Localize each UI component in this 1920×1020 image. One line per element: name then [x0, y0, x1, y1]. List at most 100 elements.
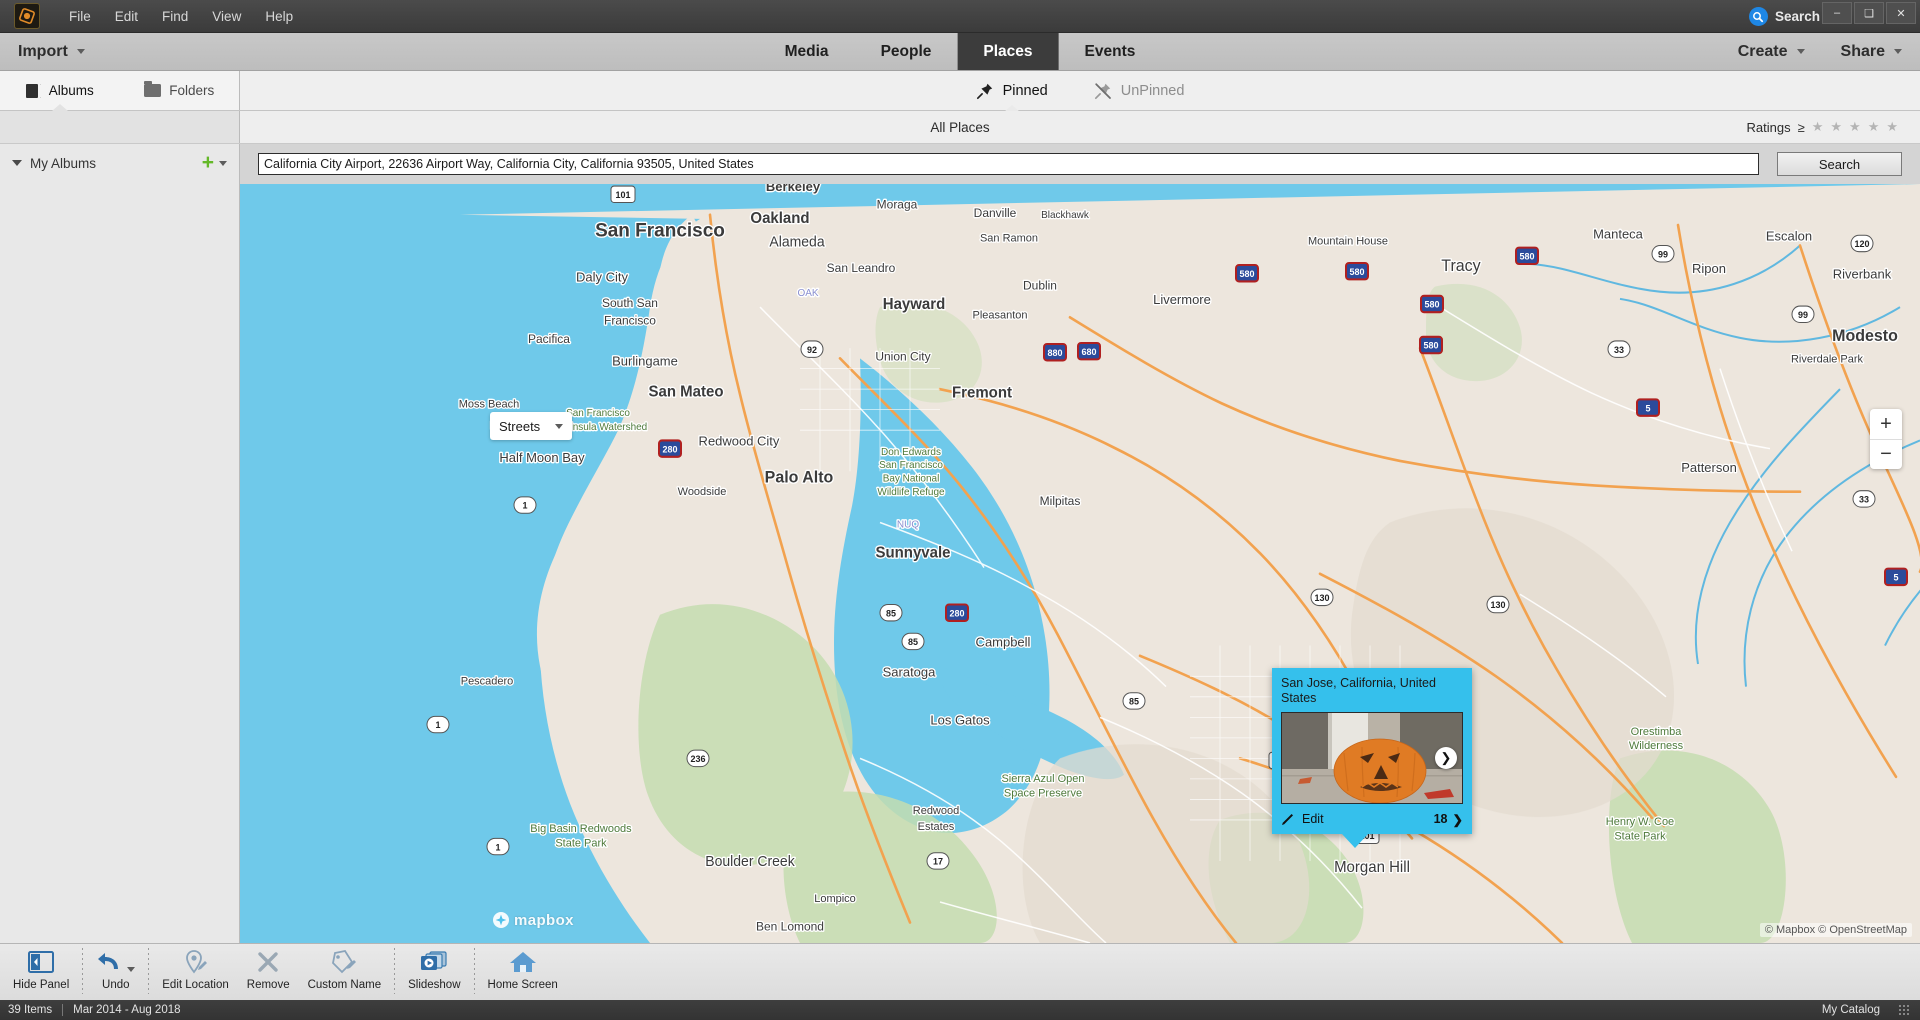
svg-text:85: 85	[886, 608, 896, 618]
map-label: Estates	[918, 821, 955, 833]
rating-star-1[interactable]: ★	[1812, 119, 1824, 135]
place-callout[interactable]: San Jose, California, United States	[1272, 668, 1472, 834]
rating-star-2[interactable]: ★	[1830, 119, 1842, 135]
chevron-right-icon[interactable]: ❯	[1453, 812, 1463, 827]
address-search-input[interactable]	[258, 153, 1759, 175]
map-route-shield: 85	[1123, 693, 1145, 709]
map-canvas[interactable]: San FranciscoOaklandBerkeleyAlamedaMorag…	[240, 184, 1920, 943]
map-label: Moraga	[877, 197, 918, 211]
pin-filter-tabs: Pinned UnPinned	[240, 71, 1920, 110]
map-label: San Francisco	[595, 220, 725, 241]
slideshow-label: Slideshow	[408, 979, 460, 991]
callout-tail	[1342, 834, 1368, 848]
callout-photo[interactable]: ❯	[1281, 712, 1463, 804]
map-label: Blackhawk	[1041, 210, 1090, 221]
zoom-out-button[interactable]: −	[1870, 439, 1902, 469]
svg-text:236: 236	[690, 754, 705, 764]
svg-text:280: 280	[949, 608, 964, 618]
map-label: San Francisco	[566, 408, 630, 419]
map-label: Francisco	[604, 313, 656, 327]
search-button[interactable]: Search	[1777, 152, 1902, 176]
tab-pinned[interactable]: Pinned	[976, 82, 1048, 100]
undo-button[interactable]: Undo	[87, 944, 144, 991]
search-icon	[1749, 7, 1768, 26]
share-button[interactable]: Share	[1823, 43, 1920, 61]
chevron-down-icon[interactable]	[219, 161, 227, 166]
map-label: Union City	[875, 349, 931, 363]
tab-folders[interactable]: Folders	[120, 71, 240, 110]
chevron-down-icon	[555, 424, 563, 429]
map-label: Woodside	[678, 486, 727, 498]
menu-view[interactable]: View	[201, 5, 252, 28]
map-style-value: Streets	[499, 419, 540, 434]
remove-button[interactable]: Remove	[238, 944, 299, 991]
menu-edit[interactable]: Edit	[104, 5, 149, 28]
mapbox-logo[interactable]: mapbox	[492, 911, 574, 929]
tab-unpinned[interactable]: UnPinned	[1094, 82, 1185, 100]
map-label: South San	[602, 296, 658, 310]
map-route-shield: 92	[801, 341, 823, 357]
map-label: Half Moon Bay	[499, 450, 585, 465]
zoom-in-button[interactable]: +	[1870, 409, 1902, 439]
all-places-bar: All Places Ratings ≥ ★ ★ ★ ★ ★	[0, 111, 1920, 144]
close-button[interactable]: ✕	[1886, 2, 1916, 24]
rating-star-5[interactable]: ★	[1886, 119, 1898, 135]
map-label: Patterson	[1681, 460, 1737, 475]
home-screen-button[interactable]: Home Screen	[479, 944, 567, 991]
resize-grip-icon[interactable]	[1898, 1004, 1910, 1016]
map-labels-layer: San FranciscoOaklandBerkeleyAlamedaMorag…	[240, 184, 1920, 943]
close-x-icon	[254, 947, 282, 977]
slideshow-button[interactable]: Slideshow	[399, 944, 469, 991]
menu-help[interactable]: Help	[254, 5, 304, 28]
tab-albums[interactable]: Albums	[0, 71, 120, 110]
map-label: Space Preserve	[1004, 787, 1082, 799]
tab-media[interactable]: Media	[759, 33, 855, 70]
import-button[interactable]: Import	[0, 33, 103, 70]
svg-text:17: 17	[933, 857, 943, 867]
mapbox-mark-icon	[492, 911, 510, 929]
hide-panel-button[interactable]: Hide Panel	[4, 944, 78, 991]
map-label: Mountain House	[1308, 235, 1388, 247]
tab-places[interactable]: Places	[957, 33, 1058, 70]
custom-name-button[interactable]: Custom Name	[299, 944, 391, 991]
map-label: Moss Beach	[459, 398, 519, 410]
title-bar: File Edit Find View Help Search – ❑ ✕	[0, 0, 1920, 33]
tab-people[interactable]: People	[855, 33, 958, 70]
rating-star-4[interactable]: ★	[1868, 119, 1880, 135]
status-bar: 39 Items Mar 2014 - Aug 2018 My Catalog	[0, 1000, 1920, 1020]
home-icon	[508, 947, 538, 977]
callout-photo-count[interactable]: 18 ❯	[1434, 812, 1463, 827]
tab-events[interactable]: Events	[1059, 33, 1162, 70]
map-label: Lompico	[814, 893, 856, 905]
maximize-button[interactable]: ❑	[1854, 2, 1884, 24]
svg-text:85: 85	[908, 637, 918, 647]
undo-icon	[96, 947, 135, 977]
global-search[interactable]: Search	[1749, 0, 1820, 33]
menu-file[interactable]: File	[58, 5, 102, 28]
custom-name-label: Custom Name	[308, 979, 382, 991]
add-album-group[interactable]: +	[202, 157, 227, 169]
status-divider	[62, 1004, 63, 1016]
minimize-button[interactable]: –	[1822, 2, 1852, 24]
date-range: Mar 2014 - Aug 2018	[73, 1004, 180, 1016]
edit-location-button[interactable]: Edit Location	[153, 944, 238, 991]
map-label: Danville	[974, 206, 1017, 220]
menu-find[interactable]: Find	[151, 5, 199, 28]
sidebar-spacer	[0, 111, 240, 143]
ratings-operator[interactable]: ≥	[1798, 120, 1805, 135]
create-button[interactable]: Create	[1720, 43, 1823, 61]
map-label: Berkeley	[766, 184, 821, 194]
chevron-down-icon[interactable]	[127, 967, 135, 972]
map-route-shield: 580	[1421, 296, 1443, 312]
map-style-selector[interactable]: Streets	[490, 412, 572, 440]
chevron-down-icon[interactable]	[12, 160, 22, 166]
plus-icon[interactable]: +	[202, 157, 214, 169]
next-photo-button[interactable]: ❯	[1435, 747, 1457, 769]
map-label: State Park	[555, 837, 607, 849]
callout-edit-button[interactable]: Edit	[1281, 812, 1324, 826]
rating-star-3[interactable]: ★	[1849, 119, 1861, 135]
map-label: OAK	[797, 288, 818, 299]
item-count: 39 Items	[8, 1004, 52, 1016]
ratings-filter[interactable]: Ratings ≥ ★ ★ ★ ★ ★	[1747, 119, 1899, 135]
my-albums-header[interactable]: My Albums +	[0, 144, 239, 182]
